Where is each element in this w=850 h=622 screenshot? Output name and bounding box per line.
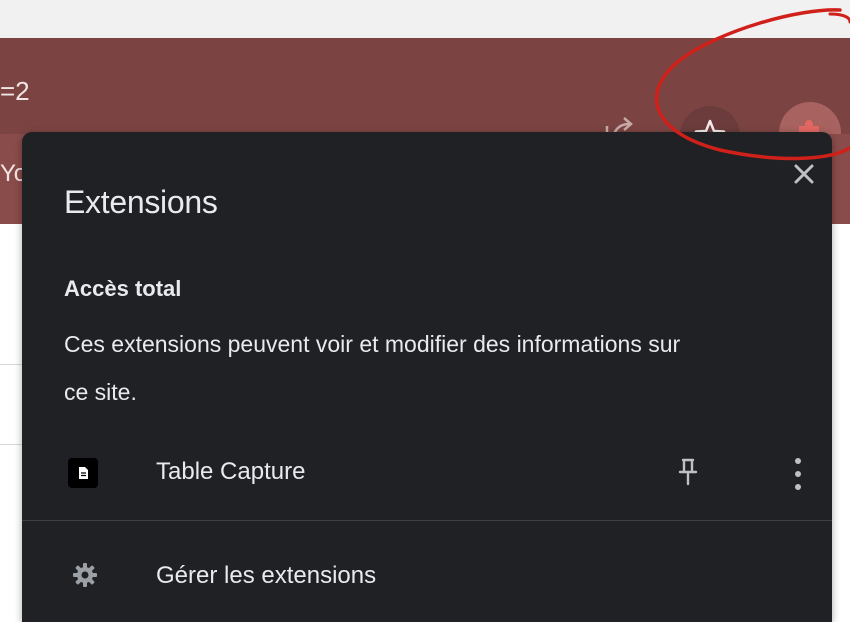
close-button[interactable] bbox=[784, 154, 824, 194]
pin-button[interactable] bbox=[668, 452, 708, 492]
extension-name: Table Capture bbox=[156, 458, 306, 485]
browser-window: =2 Yo Extensions Accès total Ces extensi… bbox=[0, 0, 850, 622]
popup-title: Extensions bbox=[64, 184, 218, 220]
address-bar-text[interactable]: =2 bbox=[0, 78, 30, 104]
pin-icon bbox=[678, 458, 698, 486]
browser-toolbar: =2 bbox=[0, 38, 850, 164]
close-icon bbox=[794, 164, 814, 184]
gear-icon bbox=[70, 560, 100, 590]
section-description: Ces extensions peuvent voir et modifier … bbox=[64, 331, 681, 405]
manage-extensions-button[interactable]: Gérer les extensions bbox=[22, 540, 832, 610]
more-vert-icon bbox=[795, 458, 801, 490]
popup-divider bbox=[22, 520, 832, 521]
extension-item-table-capture[interactable]: Table Capture bbox=[22, 438, 832, 508]
extensions-popup: Extensions Accès total Ces extensions pe… bbox=[22, 132, 832, 622]
manage-extensions-label: Gérer les extensions bbox=[156, 562, 377, 589]
document-icon bbox=[68, 458, 98, 488]
more-options-button[interactable] bbox=[778, 452, 818, 496]
section-heading: Accès total bbox=[64, 276, 182, 301]
